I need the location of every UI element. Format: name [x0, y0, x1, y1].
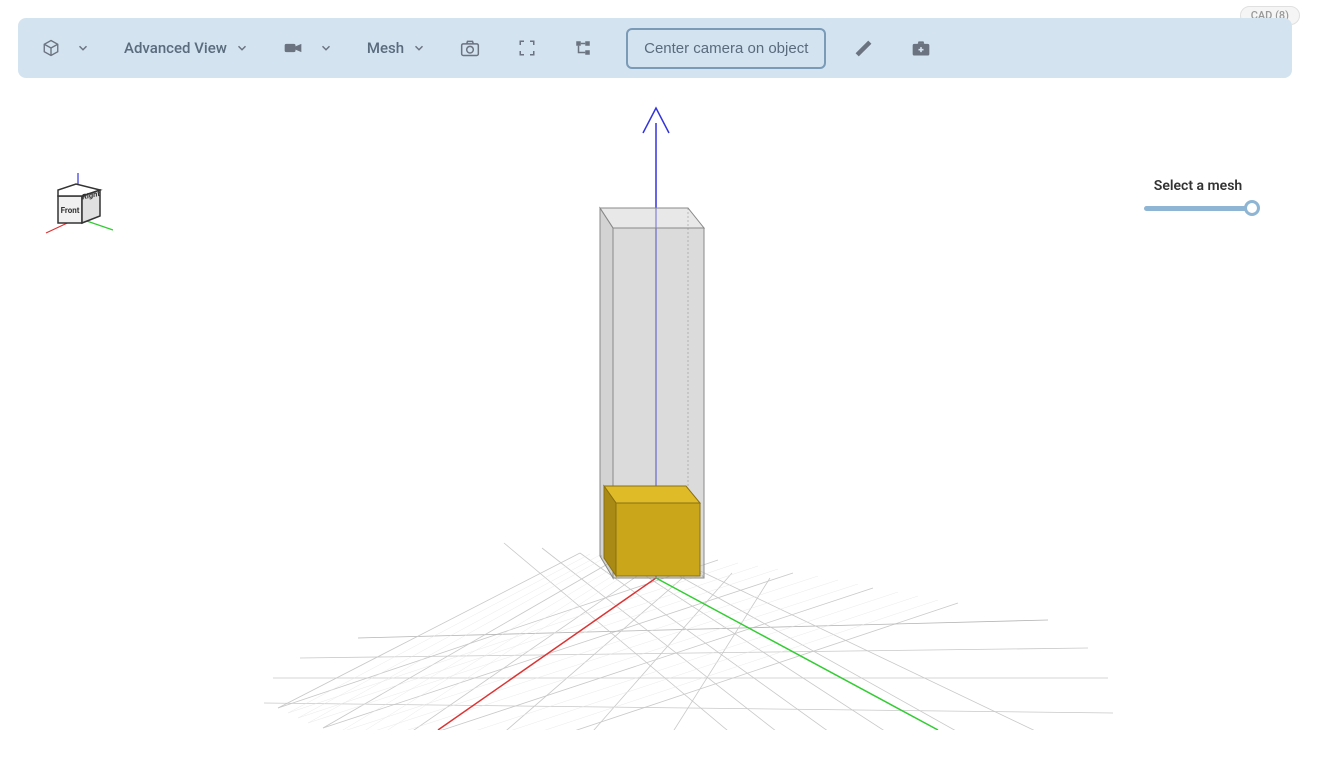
hierarchy-button[interactable]	[570, 35, 596, 61]
camera-save-icon	[911, 38, 931, 58]
video-camera-button[interactable]	[279, 34, 307, 62]
camera-group	[279, 34, 337, 62]
mesh-slider-thumb[interactable]	[1244, 200, 1260, 216]
mesh-slider[interactable]	[1144, 206, 1252, 211]
chevron-down-icon	[76, 41, 90, 55]
ruler-icon	[854, 39, 873, 58]
view-group[interactable]: Advanced View	[124, 39, 249, 57]
mesh-selector-panel: Select a mesh	[1144, 178, 1252, 211]
camera-dropdown[interactable]	[315, 37, 337, 59]
object-dropdown[interactable]	[72, 37, 94, 59]
view-label: Advanced View	[124, 39, 227, 57]
mesh-group[interactable]: Mesh	[367, 39, 426, 57]
hierarchy-icon	[574, 39, 592, 57]
scene-render	[18, 78, 1292, 730]
cube-icon-button[interactable]	[38, 35, 64, 61]
gold-cube	[604, 486, 700, 576]
object-group	[38, 35, 94, 61]
cube-icon	[42, 39, 60, 57]
viewcube[interactable]: Front Right	[38, 168, 118, 248]
measure-button[interactable]	[850, 35, 877, 62]
main-container: Advanced View Mesh	[18, 18, 1292, 730]
viewcube-front-label: Front	[61, 206, 80, 215]
center-camera-label: Center camera on object	[644, 40, 808, 57]
save-camera-button[interactable]	[907, 34, 935, 62]
mesh-label: Mesh	[367, 39, 404, 57]
video-camera-icon	[283, 38, 303, 58]
chevron-down-icon	[319, 41, 333, 55]
y-axis	[656, 578, 938, 730]
snapshot-button[interactable]	[456, 34, 484, 62]
toolbar: Advanced View Mesh	[18, 18, 1292, 78]
chevron-down-icon	[412, 41, 426, 55]
select-mesh-label: Select a mesh	[1154, 178, 1242, 194]
viewcube-svg: Front Right	[38, 168, 118, 248]
chevron-down-icon	[235, 41, 249, 55]
center-camera-button[interactable]: Center camera on object	[626, 28, 826, 69]
fullscreen-button[interactable]	[514, 35, 540, 61]
viewport-3d[interactable]: Front Right Select a mesh	[18, 78, 1292, 730]
camera-icon	[460, 38, 480, 58]
fullscreen-icon	[518, 39, 536, 57]
